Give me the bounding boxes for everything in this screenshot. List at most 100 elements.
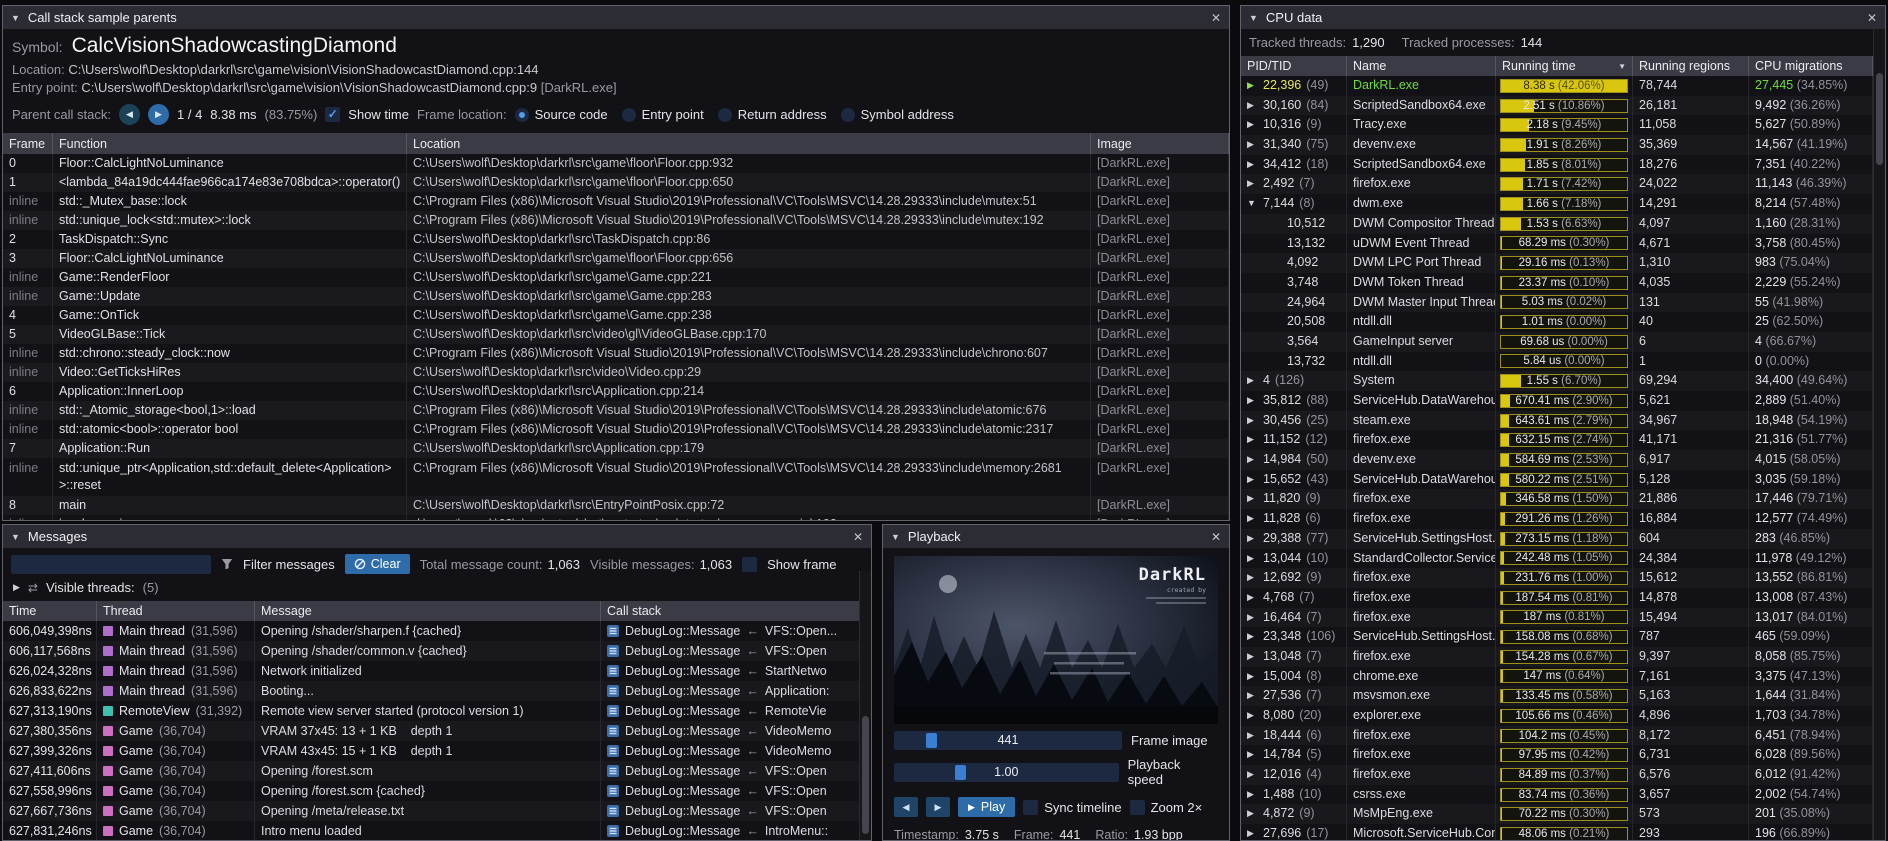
cpu-process-row[interactable]: ▼ 7,144 (8) dwm.exe 1.66 s (7.18%) 14,29… [1241,194,1873,214]
cpu-process-row[interactable]: ▶ 2,492 (7) firefox.exe 1.71 s (7.42%) 2… [1241,174,1873,194]
cpu-process-row[interactable]: ▶ 11,828 (6) firefox.exe 291.26 ms (1.26… [1241,509,1873,529]
pid-cell[interactable]: 13,732 [1241,352,1347,372]
message-row[interactable]: 606,117,568ns Main thread (31,596) Openi… [3,641,871,661]
callstack-frame-row[interactable]: inline std::_Atomic_storage<bool,1>::loa… [3,401,1229,420]
expand-icon[interactable]: ▶ [1247,470,1258,490]
sync-timeline-checkbox[interactable] [1023,800,1038,815]
message-row[interactable]: 627,831,246ns Game (36,704) Intro menu l… [3,821,871,840]
pid-cell[interactable]: ▶ 10,316 (9) [1241,115,1347,135]
message-row[interactable]: 626,024,328ns Main thread (31,596) Netwo… [3,661,871,681]
pid-cell[interactable]: ▶ 11,820 (9) [1241,489,1347,509]
cpu-process-row[interactable]: ▶ 1,488 (10) csrss.exe 83.74 ms (0.36%) … [1241,785,1873,805]
expand-icon[interactable]: ▶ [1247,115,1258,135]
cpu-process-row[interactable]: ▶ 4 (126) System 1.55 s (6.70%) 69,294 3… [1241,371,1873,391]
callstack-frame-row[interactable]: inline std::unique_lock<std::mutex>::loc… [3,211,1229,230]
column-header-name[interactable]: Name [1347,56,1496,76]
callstack-frame-row[interactable]: 4 Game::OnTick C:\Users\wolf\Desktop\dar… [3,306,1229,325]
pid-cell[interactable]: ▶ 16,464 (7) [1241,608,1347,628]
message-row[interactable]: 627,411,606ns Game (36,704) Opening /for… [3,761,871,781]
expand-icon[interactable]: ▶ [1247,647,1258,667]
clear-button[interactable]: Clear [345,554,410,574]
expand-icon[interactable]: ▶ [1247,726,1258,746]
message-callstack[interactable]: DebugLog::Message ← Application: [601,681,871,701]
expand-icon[interactable]: ▶ [1247,568,1258,588]
scrollbar-handle[interactable] [1876,73,1883,165]
expand-icon[interactable]: ▶ [1247,588,1258,608]
pid-cell[interactable]: ▶ 12,016 (4) [1241,765,1347,785]
expand-icon[interactable]: ▶ [1247,706,1258,726]
cpu-process-row[interactable]: 4,092 DWM LPC Port Thread 29.16 ms (0.13… [1241,253,1873,273]
expand-icon[interactable]: ▶ [1247,76,1258,96]
pid-cell[interactable]: ▶ 34,412 (18) [1241,155,1347,175]
message-callstack[interactable]: DebugLog::Message ← VFS::Open [601,801,871,821]
message-callstack[interactable]: DebugLog::Message ← VFS::Open [601,761,871,781]
pid-cell[interactable]: ▶ 15,004 (8) [1241,667,1347,687]
callstack-frame-row[interactable]: inline Video::GetTicksHiRes C:\Users\wol… [3,363,1229,382]
cpu-process-row[interactable]: 24,964 DWM Master Input Thread 5.03 ms (… [1241,293,1873,313]
pid-cell[interactable]: ▶ 15,652 (43) [1241,470,1347,490]
cpu-process-row[interactable]: ▶ 27,536 (7) msvsmon.exe 133.45 ms (0.58… [1241,686,1873,706]
pid-cell[interactable]: ▶ 4,872 (9) [1241,804,1347,824]
expand-icon[interactable]: ▶ [1247,765,1258,785]
cpu-process-row[interactable]: ▶ 34,412 (18) ScriptedSandbox64.exe 1.85… [1241,155,1873,175]
scrollbar-handle[interactable] [862,716,869,834]
callstack-frame-row[interactable]: 6 Application::InnerLoop C:\Users\wolf\D… [3,382,1229,401]
frame-image-slider[interactable]: 441 [894,731,1122,750]
callstack-frame-row[interactable]: 0 Floor::CalcLightNoLuminance C:\Users\w… [3,154,1229,173]
expand-icon[interactable]: ▶ [1247,745,1258,765]
cpu-process-row[interactable]: ▶ 4,768 (7) firefox.exe 187.54 ms (0.81%… [1241,588,1873,608]
callstack-frame-row[interactable]: inline std::chrono::steady_clock::now C:… [3,344,1229,363]
frame-location-option[interactable]: Source code [515,107,608,122]
cpu-process-row[interactable]: ▶ 16,464 (7) firefox.exe 187 ms (0.81%) … [1241,608,1873,628]
pid-cell[interactable]: ▶ 2,492 (7) [1241,174,1347,194]
cpu-process-row[interactable]: ▶ 15,004 (8) chrome.exe 147 ms (0.64%) 7… [1241,667,1873,687]
message-row[interactable]: 626,833,622ns Main thread (31,596) Booti… [3,681,871,701]
callstack-frame-row[interactable]: inline std::_Mutex_base::lock C:\Program… [3,192,1229,211]
frame-location-option[interactable]: Return address [718,107,827,122]
close-icon[interactable]: ✕ [853,530,863,544]
pid-cell[interactable]: ▶ 8,080 (20) [1241,706,1347,726]
expand-icon[interactable]: ▶ [1247,627,1258,647]
cpu-process-row[interactable]: ▶ 15,652 (43) ServiceHub.DataWarehouseHo… [1241,470,1873,490]
message-row[interactable]: 606,049,398ns Main thread (31,596) Openi… [3,621,871,641]
pid-cell[interactable]: ▶ 18,444 (6) [1241,726,1347,746]
cpu-process-row[interactable]: ▶ 14,784 (5) firefox.exe 97.95 ms (0.42%… [1241,745,1873,765]
pid-cell[interactable]: ▶ 29,388 (77) [1241,529,1347,549]
callstack-titlebar[interactable]: ▼ Call stack sample parents ✕ [3,6,1229,29]
visible-threads-row[interactable]: ▶ ⇄ Visible threads: (5) [3,579,871,601]
pid-cell[interactable]: ▶ 14,784 (5) [1241,745,1347,765]
cpu-process-row[interactable]: 3,748 DWM Token Thread 23.37 ms (0.10%) … [1241,273,1873,293]
message-row[interactable]: 627,399,326ns Game (36,704) VRAM 43x45: … [3,741,871,761]
next-parent-button[interactable]: ▶ [148,104,169,125]
cpu-process-row[interactable]: ▶ 29,388 (77) ServiceHub.SettingsHost.ex… [1241,529,1873,549]
callstack-frame-row[interactable]: inline std::unique_ptr<Application,std::… [3,458,1229,496]
cpu-process-row[interactable]: ▶ 12,016 (4) firefox.exe 84.89 ms (0.37%… [1241,765,1873,785]
expand-icon[interactable]: ▶ [1247,96,1258,116]
expand-icon[interactable]: ▶ [1247,667,1258,687]
messages-scrollbar[interactable] [859,571,871,840]
expand-icon[interactable]: ▶ [1247,411,1258,431]
pid-cell[interactable]: 10,512 [1241,214,1347,234]
pid-cell[interactable]: ▶ 1,488 (10) [1241,785,1347,805]
expand-icon[interactable]: ▶ [1247,686,1258,706]
expand-icon[interactable]: ▶ [1247,608,1258,628]
pid-cell[interactable]: 3,748 [1241,273,1347,293]
cpu-process-row[interactable]: 13,132 uDWM Event Thread 68.29 ms (0.30%… [1241,234,1873,254]
pid-cell[interactable]: ▶ 12,692 (9) [1241,568,1347,588]
message-callstack[interactable]: DebugLog::Message ← VFS::Open... [601,621,871,641]
collapse-icon[interactable]: ▼ [1249,13,1258,23]
cpu-process-row[interactable]: ▶ 11,152 (12) firefox.exe 632.15 ms (2.7… [1241,430,1873,450]
pid-cell[interactable]: ▶ 35,812 (88) [1241,391,1347,411]
expand-icon[interactable]: ▶ [1247,804,1258,824]
expand-icon[interactable]: ▶ [1247,155,1258,175]
message-row[interactable]: 627,558,996ns Game (36,704) Opening /for… [3,781,871,801]
expand-icon[interactable]: ▶ [1247,391,1258,411]
cpu-process-row[interactable]: ▶ 14,984 (50) devenv.exe 584.69 ms (2.53… [1241,450,1873,470]
collapse-icon[interactable]: ▼ [891,532,900,542]
message-row[interactable]: 627,380,356ns Game (36,704) VRAM 37x45: … [3,721,871,741]
playback-titlebar[interactable]: ▼ Playback ✕ [883,525,1229,548]
message-callstack[interactable]: DebugLog::Message ← VideoMemo [601,721,871,741]
message-callstack[interactable]: DebugLog::Message ← IntroMenu:: [601,821,871,840]
cpu-process-row[interactable]: ▶ 30,456 (25) steam.exe 643.61 ms (2.79%… [1241,411,1873,431]
callstack-frame-row[interactable]: inline Game::Update C:\Users\wolf\Deskto… [3,287,1229,306]
